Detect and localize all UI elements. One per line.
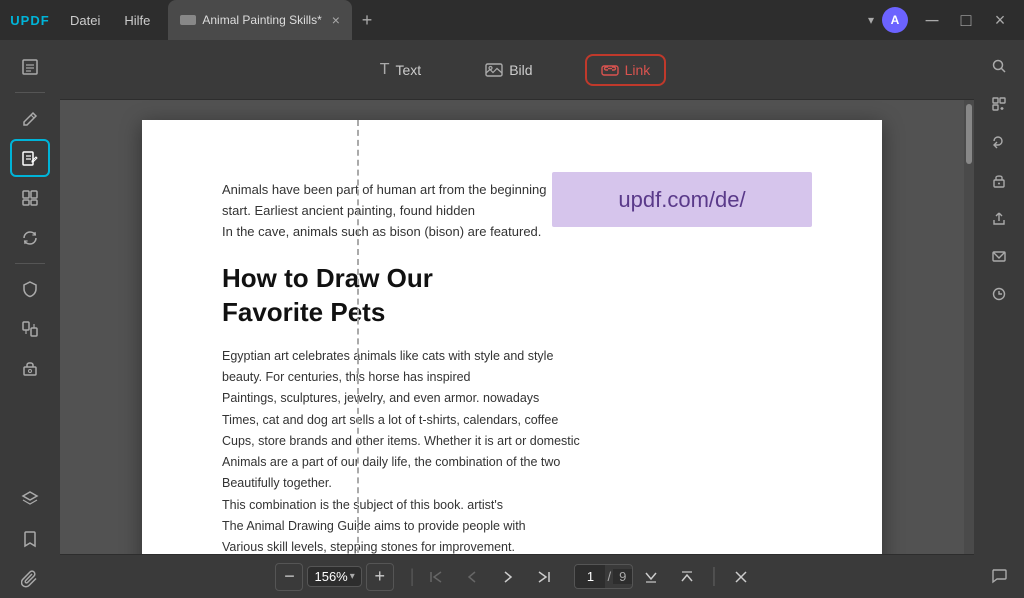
sidebar-icon-edit[interactable] [10, 99, 50, 137]
sidebar-icon-pages[interactable] [10, 48, 50, 86]
sidebar-icon-merge[interactable] [10, 310, 50, 348]
tab-file-icon [180, 15, 196, 25]
avatar[interactable]: A [882, 7, 908, 33]
page-number-input[interactable] [575, 565, 605, 588]
nav-last-page-button[interactable] [526, 559, 562, 595]
sidebar-icon-convert[interactable] [10, 219, 50, 257]
maximize-button[interactable]: □ [950, 4, 982, 36]
content-area: T Text Bild Link [60, 40, 974, 598]
sidebar-icon-annotate[interactable] [10, 139, 50, 177]
nav-divider-1: | [410, 566, 415, 587]
zoom-out-button[interactable]: − [275, 563, 303, 591]
dashed-guide-line [357, 120, 359, 554]
text-tool-label: Text [396, 62, 422, 78]
page-separator: / [605, 569, 613, 584]
page-input-section: / 9 [574, 564, 633, 589]
right-ocr-button[interactable] [981, 86, 1017, 122]
sidebar-icon-bookmark[interactable] [10, 520, 50, 558]
text-tool-button[interactable]: T Text [368, 55, 433, 85]
pdf-heading: How to Draw Our Favorite Pets [222, 262, 802, 330]
avatar-letter: A [891, 13, 900, 27]
active-tab[interactable]: Animal Painting Skills* × [168, 0, 352, 40]
right-sidebar [974, 40, 1024, 598]
tab-bar: Animal Painting Skills* × + [168, 0, 382, 40]
right-search-button[interactable] [981, 48, 1017, 84]
link-url-text: updf.com/de/ [618, 187, 745, 213]
zoom-dropdown-arrow: ▾ [350, 571, 355, 582]
link-tool-icon [601, 63, 619, 77]
logo-text: UPDF [10, 13, 49, 28]
link-tool-label: Link [625, 62, 651, 78]
sidebar-icon-organize[interactable] [10, 179, 50, 217]
nav-scroll-down-button[interactable] [633, 559, 669, 595]
app-logo: UPDF [0, 0, 60, 40]
pdf-page: updf.com/de/ Animals have been part of h… [142, 120, 882, 554]
sidebar-icon-plugin[interactable] [10, 350, 50, 388]
tab-close-button[interactable]: × [332, 12, 340, 28]
titlebar: UPDF Datei Hilfe Animal Painting Skills*… [0, 0, 1024, 40]
sidebar-divider-2 [15, 263, 45, 264]
right-lock-button[interactable] [981, 162, 1017, 198]
left-sidebar [0, 40, 60, 598]
pdf-body-text: Egyptian art celebrates animals like cat… [222, 346, 802, 554]
zoom-controls: − 156% ▾ + [275, 563, 393, 591]
minimize-button[interactable]: ─ [916, 4, 948, 36]
nav-next-page-button[interactable] [490, 559, 526, 595]
sidebar-icon-layers[interactable] [10, 480, 50, 518]
link-highlight-box[interactable]: updf.com/de/ [552, 172, 812, 227]
nav-divider-2: | [711, 565, 716, 588]
sidebar-divider-1 [15, 92, 45, 93]
bottom-navigation-bar: − 156% ▾ + | [60, 554, 974, 598]
close-nav-button[interactable] [723, 559, 759, 595]
right-undo-button[interactable] [981, 124, 1017, 160]
window-controls: ▾ A ─ □ × [868, 4, 1024, 36]
sidebar-icon-attachment[interactable] [10, 560, 50, 598]
pdf-viewer[interactable]: updf.com/de/ Animals have been part of h… [60, 100, 964, 554]
image-tool-button[interactable]: Bild [473, 56, 544, 84]
image-tool-icon [485, 63, 503, 77]
zoom-level-display[interactable]: 156% ▾ [307, 566, 361, 587]
scrollbar-thumb[interactable] [966, 104, 972, 164]
nav-first-page-button[interactable] [418, 559, 454, 595]
right-share-button[interactable] [981, 200, 1017, 236]
tab-add-button[interactable]: + [352, 0, 382, 40]
dropdown-button[interactable]: ▾ [868, 13, 874, 27]
page-total: 9 [613, 569, 632, 584]
sidebar-icon-protect[interactable] [10, 270, 50, 308]
text-tool-icon: T [380, 61, 390, 79]
image-tool-label: Bild [509, 62, 532, 78]
zoom-level-text: 156% [314, 569, 347, 584]
zoom-in-button[interactable]: + [366, 563, 394, 591]
right-email-button[interactable] [981, 238, 1017, 274]
menu-datei[interactable]: Datei [60, 0, 110, 40]
nav-scroll-up-button[interactable] [669, 559, 705, 595]
right-comment-button[interactable] [981, 562, 1017, 598]
main-layout: T Text Bild Link [0, 40, 1024, 598]
menu-hilfe[interactable]: Hilfe [114, 0, 160, 40]
scrollbar[interactable] [964, 100, 974, 554]
tab-title: Animal Painting Skills* [202, 13, 321, 27]
viewer-container: updf.com/de/ Animals have been part of h… [60, 100, 974, 554]
nav-prev-page-button[interactable] [454, 559, 490, 595]
close-button[interactable]: × [984, 4, 1016, 36]
menu-bar: Datei Hilfe [60, 0, 160, 40]
right-history-button[interactable] [981, 276, 1017, 312]
link-tool-button[interactable]: Link [585, 54, 667, 86]
top-toolbar: T Text Bild Link [60, 40, 974, 100]
